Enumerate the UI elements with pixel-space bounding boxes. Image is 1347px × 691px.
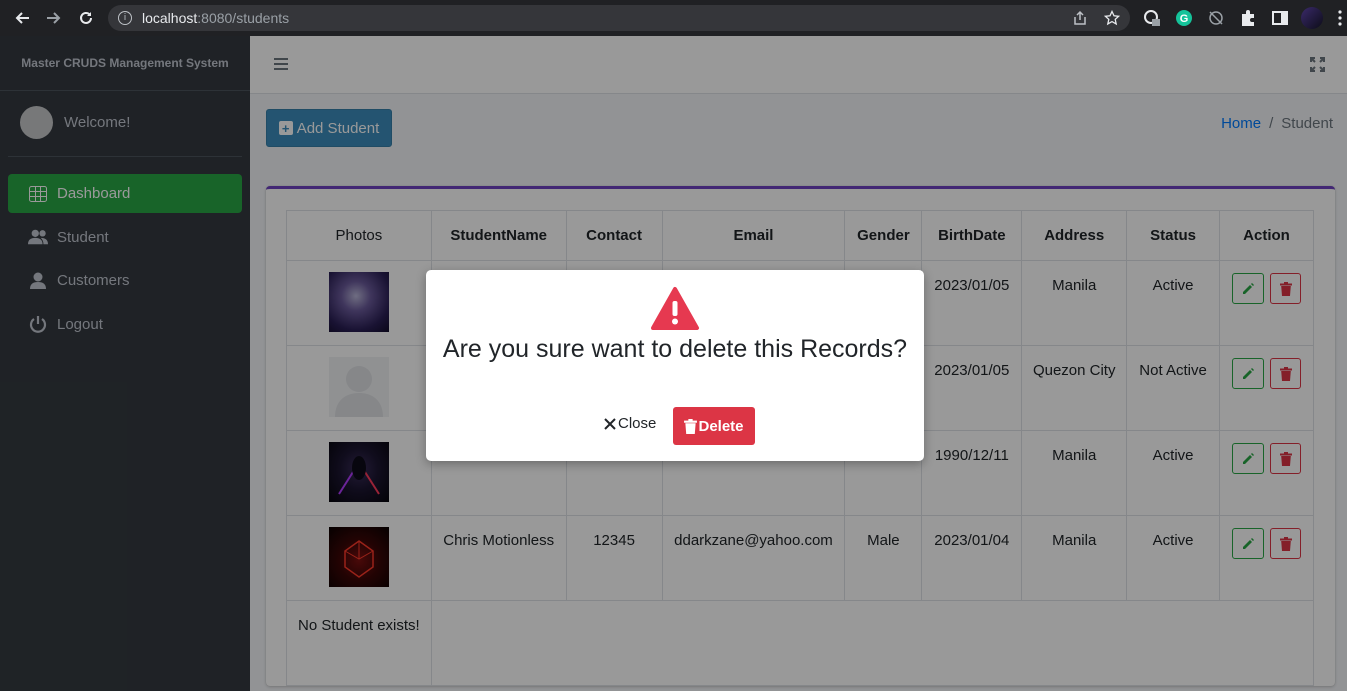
address-bar[interactable]: i localhost:8080/students <box>108 5 1130 31</box>
forward-icon[interactable] <box>40 4 68 32</box>
url-host: localhost <box>142 10 198 26</box>
trash-icon <box>684 418 698 434</box>
star-icon[interactable] <box>1104 10 1120 26</box>
url-path: :8080/students <box>197 10 290 26</box>
profile-avatar[interactable] <box>1301 7 1323 29</box>
svg-text:G: G <box>1180 13 1189 25</box>
more-menu-icon[interactable] <box>1336 9 1344 27</box>
dialog-message: Are you sure want to delete this Records… <box>442 335 908 363</box>
close-icon <box>604 417 616 430</box>
back-icon[interactable] <box>8 4 36 32</box>
browser-toolbar: i localhost:8080/students G <box>0 0 1347 36</box>
close-button[interactable]: Close <box>604 415 656 432</box>
delete-confirm-dialog: Are you sure want to delete this Records… <box>426 270 924 461</box>
extension-ring-icon[interactable] <box>1143 9 1161 27</box>
info-icon[interactable]: i <box>118 11 132 25</box>
side-panel-icon[interactable] <box>1271 9 1289 27</box>
sync-off-icon[interactable] <box>1207 9 1225 27</box>
puzzle-icon[interactable] <box>1239 9 1257 27</box>
reload-icon[interactable] <box>72 4 100 32</box>
close-label: Close <box>618 415 657 432</box>
confirm-delete-button[interactable]: Delete <box>673 407 755 445</box>
grammarly-icon[interactable]: G <box>1175 9 1193 27</box>
share-icon[interactable] <box>1072 10 1088 26</box>
delete-label: Delete <box>698 417 744 435</box>
warning-icon <box>651 287 699 330</box>
